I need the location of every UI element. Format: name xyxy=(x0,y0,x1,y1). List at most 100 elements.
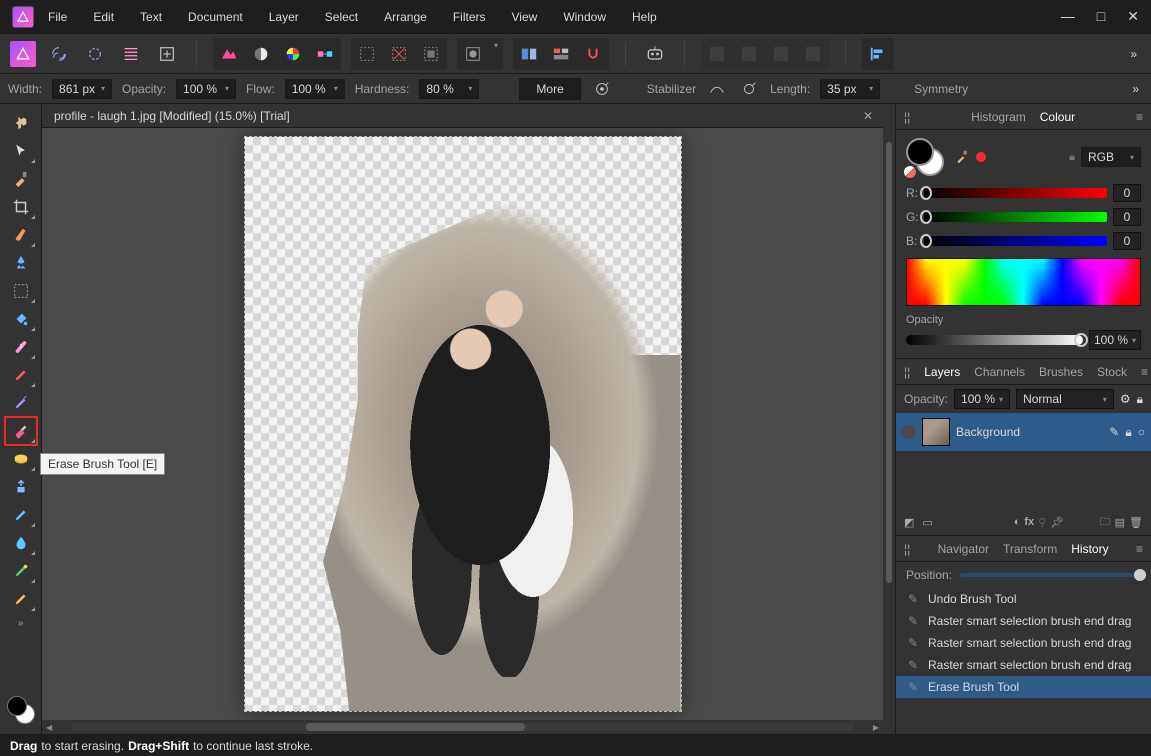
menu-layer[interactable]: Layer xyxy=(269,10,299,24)
swatch-xfer-icon[interactable] xyxy=(312,41,338,67)
panel-menu-icon[interactable]: ≡ xyxy=(1136,110,1143,124)
tab-channels[interactable]: Channels xyxy=(974,365,1025,379)
fx-icon[interactable]: fx xyxy=(1024,516,1034,528)
context-overflow-icon[interactable]: » xyxy=(1132,82,1139,96)
panel-menu-icon[interactable]: ≡ xyxy=(1141,365,1148,379)
menu-text[interactable]: Text xyxy=(140,10,162,24)
history-item[interactable]: ✎Erase Brush Tool xyxy=(896,676,1151,698)
layer-opacity-dropdown[interactable]: 100 %▾ xyxy=(954,389,1010,409)
dodge-tool-icon[interactable] xyxy=(6,586,36,612)
colour-field[interactable] xyxy=(906,258,1141,306)
grid-icon[interactable]: ▤ xyxy=(1115,516,1125,529)
paint-mixer-tool-icon[interactable] xyxy=(6,502,36,528)
selection-brush-tool-icon[interactable] xyxy=(6,222,36,248)
menu-help[interactable]: Help xyxy=(632,10,657,24)
menu-filters[interactable]: Filters xyxy=(453,10,486,24)
toolbar-overflow-icon[interactable]: » xyxy=(1130,47,1141,61)
undo-brush-tool-icon[interactable] xyxy=(6,390,36,416)
crop-tool-icon[interactable] xyxy=(6,194,36,220)
blend-mode-dropdown[interactable]: Normal▾ xyxy=(1016,389,1114,409)
gear-icon[interactable]: ⚙︎ xyxy=(1120,392,1131,407)
menu-document[interactable]: Document xyxy=(188,10,243,24)
autoselect-icon[interactable] xyxy=(216,41,242,67)
blur-tool-icon[interactable] xyxy=(6,530,36,556)
lock-icon[interactable]: 🔒︎ xyxy=(1069,151,1075,164)
slider-red[interactable]: R: 0 xyxy=(906,184,1141,202)
menu-select[interactable]: Select xyxy=(325,10,358,24)
tab-layers[interactable]: Layers xyxy=(924,365,960,379)
menu-view[interactable]: View xyxy=(512,10,538,24)
tool-colour-swatch[interactable] xyxy=(7,696,35,724)
lock-icon[interactable]: 🔒︎ xyxy=(1137,392,1143,407)
horizontal-scrollbar[interactable]: ◀ ▶ xyxy=(42,720,883,734)
input-hardness[interactable]: 80 %▾ xyxy=(419,79,479,99)
layer-edit-icon[interactable]: ✎ xyxy=(1109,425,1119,440)
tab-navigator[interactable]: Navigator xyxy=(938,542,989,556)
move-tool-icon[interactable] xyxy=(6,138,36,164)
document-tab-close-icon[interactable]: ✕ xyxy=(863,109,883,123)
input-width[interactable]: 861 px▾ xyxy=(52,79,112,99)
trash-icon[interactable]: 🗑︎ xyxy=(1129,516,1143,529)
paint-brush-tool-icon[interactable] xyxy=(6,362,36,388)
rope-stabilizer-icon[interactable] xyxy=(706,78,728,100)
sponge-tool-icon[interactable] xyxy=(6,446,36,472)
history-item[interactable]: ✎Raster smart selection brush end drag xyxy=(896,610,1151,632)
invert-icon[interactable] xyxy=(418,41,444,67)
adjustment-icon[interactable]: ◐ xyxy=(1014,516,1021,528)
group-icon[interactable]: 🗀 xyxy=(1100,513,1111,532)
snap-icon[interactable] xyxy=(580,41,606,67)
canvas[interactable] xyxy=(42,128,883,720)
flood-fill-tool-icon[interactable] xyxy=(6,306,36,332)
flood-select-tool-icon[interactable] xyxy=(6,250,36,276)
deselect-icon[interactable] xyxy=(386,41,412,67)
tab-histogram[interactable]: Histogram xyxy=(971,110,1026,124)
recent-colour-icon[interactable] xyxy=(976,152,986,162)
colour-swatch[interactable] xyxy=(906,138,944,176)
menu-window[interactable]: Window xyxy=(563,10,606,24)
add-raster-layer-icon[interactable]: ▭ xyxy=(922,516,932,529)
layer-lock-icon[interactable]: 🔒︎ xyxy=(1125,425,1131,440)
vertical-scrollbar[interactable] xyxy=(883,104,895,734)
history-item[interactable]: ✎Raster smart selection brush end drag xyxy=(896,654,1151,676)
eyedropper-icon[interactable] xyxy=(954,149,970,165)
mask-layer-icon[interactable]: ◩ xyxy=(904,516,914,529)
view-tool-icon[interactable] xyxy=(6,110,36,136)
tab-history[interactable]: History xyxy=(1071,542,1108,556)
menu-arrange[interactable]: Arrange xyxy=(384,10,427,24)
window-minimize-icon[interactable]: — xyxy=(1061,8,1075,25)
clone-tool-icon[interactable] xyxy=(6,474,36,500)
select-all-icon[interactable] xyxy=(354,41,380,67)
menu-file[interactable]: File xyxy=(48,10,67,24)
target-icon[interactable] xyxy=(591,78,613,100)
tab-brushes[interactable]: Brushes xyxy=(1039,365,1083,379)
tab-stock[interactable]: Stock xyxy=(1097,365,1127,379)
history-item[interactable]: ✎Undo Brush Tool xyxy=(896,588,1151,610)
align-left-icon[interactable] xyxy=(865,41,891,67)
history-position-slider[interactable] xyxy=(960,573,1141,577)
panel-arrange-icon[interactable] xyxy=(548,41,574,67)
colour-picker-tool-icon[interactable] xyxy=(6,166,36,192)
window-stabilizer-icon[interactable] xyxy=(738,78,760,100)
mask-circle-icon[interactable] xyxy=(248,41,274,67)
persona-tone-icon[interactable] xyxy=(118,41,144,67)
colour-wheel-icon[interactable] xyxy=(280,41,306,67)
marquee-tool-icon[interactable] xyxy=(6,278,36,304)
colour-mode-dropdown[interactable]: RGB▾ xyxy=(1081,147,1141,167)
persona-export-icon[interactable] xyxy=(154,41,180,67)
pin-icon[interactable]: 📌︎ xyxy=(1050,516,1064,529)
input-length[interactable]: 35 px▾ xyxy=(820,79,880,99)
layer-visible-icon[interactable]: ○ xyxy=(1138,425,1145,440)
opacity-value[interactable]: 100 %▾ xyxy=(1089,330,1141,350)
window-maximize-icon[interactable]: □ xyxy=(1097,8,1105,25)
label-symmetry[interactable]: Symmetry xyxy=(914,82,968,96)
menu-edit[interactable]: Edit xyxy=(93,10,114,24)
erase-brush-tool-icon[interactable] xyxy=(6,418,36,444)
retouch-tool-icon[interactable] xyxy=(6,558,36,584)
history-item[interactable]: ✎Raster smart selection brush end drag xyxy=(896,632,1151,654)
quickmask-icon[interactable] xyxy=(460,41,486,67)
panel-menu-icon[interactable]: ≡ xyxy=(1136,542,1143,556)
input-opacity[interactable]: 100 %▾ xyxy=(176,79,236,99)
opacity-slider[interactable] xyxy=(906,335,1083,345)
slider-green[interactable]: G: 0 xyxy=(906,208,1141,226)
label-stabilizer[interactable]: Stabilizer xyxy=(647,82,696,96)
